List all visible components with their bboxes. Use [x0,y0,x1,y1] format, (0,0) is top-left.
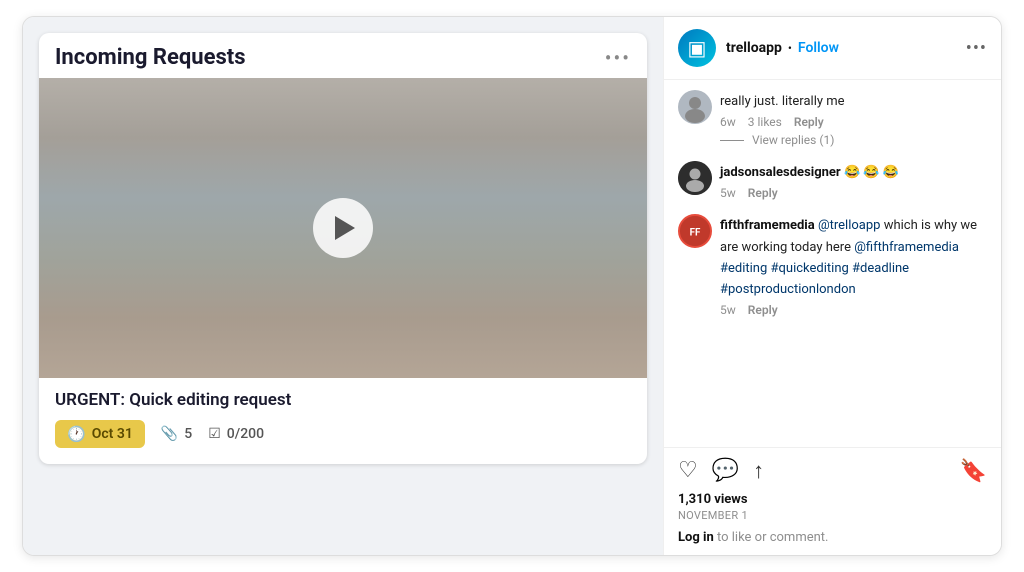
comment-username[interactable]: fifthframemedia [720,218,815,233]
ig-header-info: trelloapp • Follow [726,40,956,56]
comment-body: 😂 😂 😂 [844,165,899,180]
comment-time: 5w [720,303,736,317]
follow-button[interactable]: Follow [798,40,839,56]
trello-logo-icon: ▣ [688,36,707,60]
hashtag2: #quickediting [771,261,849,276]
due-date-badge: 🕐 Oct 31 [55,420,145,448]
task-title: URGENT: Quick editing request [55,390,631,410]
trello-card: Incoming Requests ••• URGENT: Quick edit… [39,33,647,464]
comment-item: FF fifthframemedia @trelloapp which is w… [678,214,987,317]
view-replies-button[interactable]: View replies (1) [720,133,987,147]
comment-mention2: @fifthframemedia [854,240,959,255]
comment-text: jadsonsalesdesigner 😂 😂 😂 [720,165,899,180]
comment-avatar [678,161,712,195]
ig-header: ▣ trelloapp • Follow ••• [664,17,1001,80]
comment-text: fifthframemedia @trelloapp which is why … [720,218,977,297]
comment-text: really just. literally me [720,94,845,109]
card-meta: 🕐 Oct 31 📎 5 ☑ 0/200 [55,420,631,448]
login-text: to like or comment. [717,530,828,545]
attachment-icon: 📎 [161,426,178,442]
play-button[interactable] [313,198,373,258]
action-icons-row: ♡ 💬 ↑ 🔖 [678,458,987,484]
comment-content: jadsonsalesdesigner 😂 😂 😂 5w Reply [720,161,987,200]
instagram-panel: ▣ trelloapp • Follow ••• r [663,17,1001,555]
due-date-label: Oct 31 [92,426,133,442]
ig-username[interactable]: trelloapp [726,40,782,56]
card-header: Incoming Requests ••• [39,33,647,78]
avatar: ▣ [678,29,716,67]
ig-action-icons: ♡ 💬 ↑ [678,458,764,484]
svg-text:FF: FF [690,228,701,239]
hashtag3: #deadline [852,261,909,276]
checklist-icon: ☑ [208,426,221,442]
view-replies-line [720,140,744,141]
like-icon[interactable]: ♡ [678,458,698,484]
card-content: URGENT: Quick editing request 🕐 Oct 31 📎… [39,378,647,464]
more-options-button[interactable]: ••• [966,38,987,59]
comment-content: fifthframemedia @trelloapp which is why … [720,214,987,317]
comment-icon[interactable]: 💬 [712,458,739,484]
checklist-label: 0/200 [227,426,264,442]
login-prompt: Log in to like or comment. [678,530,987,551]
save-icon[interactable]: 🔖 [960,459,987,484]
comment-mention[interactable]: @trelloapp [818,218,881,233]
share-icon[interactable]: ↑ [753,458,764,484]
trello-panel: Incoming Requests ••• URGENT: Quick edit… [23,17,663,555]
reply-button[interactable]: Reply [794,115,824,129]
card-more-button[interactable]: ••• [605,46,631,70]
comment-avatar: FF [678,214,712,248]
login-link[interactable]: Log in [678,530,714,545]
reply-button[interactable]: Reply [748,186,778,200]
comments-section: really just. literally me 6w 3 likes Rep… [664,80,1001,447]
comment-item: really just. literally me 6w 3 likes Rep… [678,90,987,147]
comment-meta: 5w Reply [720,186,987,200]
post-date: November 1 [678,509,987,522]
card-header-title: Incoming Requests [55,45,246,70]
comment-time: 6w [720,115,736,129]
comment-item: jadsonsalesdesigner 😂 😂 😂 5w Reply [678,161,987,200]
reply-button[interactable]: Reply [748,303,778,317]
comment-meta: 5w Reply [720,303,987,317]
comment-content: really just. literally me 6w 3 likes Rep… [720,90,987,147]
hashtag1: #editing [720,261,767,276]
app-container: Incoming Requests ••• URGENT: Quick edit… [22,16,1002,556]
comment-avatar [678,90,712,124]
hashtag4: #postproductionlondon [720,282,856,297]
view-replies-label: View replies (1) [752,133,834,147]
card-image [39,78,647,378]
checklist-item: ☑ 0/200 [208,426,264,442]
comment-meta: 6w 3 likes Reply [720,115,987,129]
play-icon [335,216,355,240]
attachments-item: 📎 5 [161,426,192,442]
separator-dot: • [788,41,792,55]
comment-time: 5w [720,186,736,200]
comment-likes: 3 likes [748,115,782,129]
comment-username[interactable]: jadsonsalesdesigner [720,165,841,180]
views-count: 1,310 views [678,492,987,507]
attachments-count: 5 [184,426,192,442]
clock-icon: 🕐 [67,425,86,443]
comment-body: really just. literally me [720,94,845,109]
ig-actions: ♡ 💬 ↑ 🔖 1,310 views November 1 Log in to… [664,447,1001,555]
